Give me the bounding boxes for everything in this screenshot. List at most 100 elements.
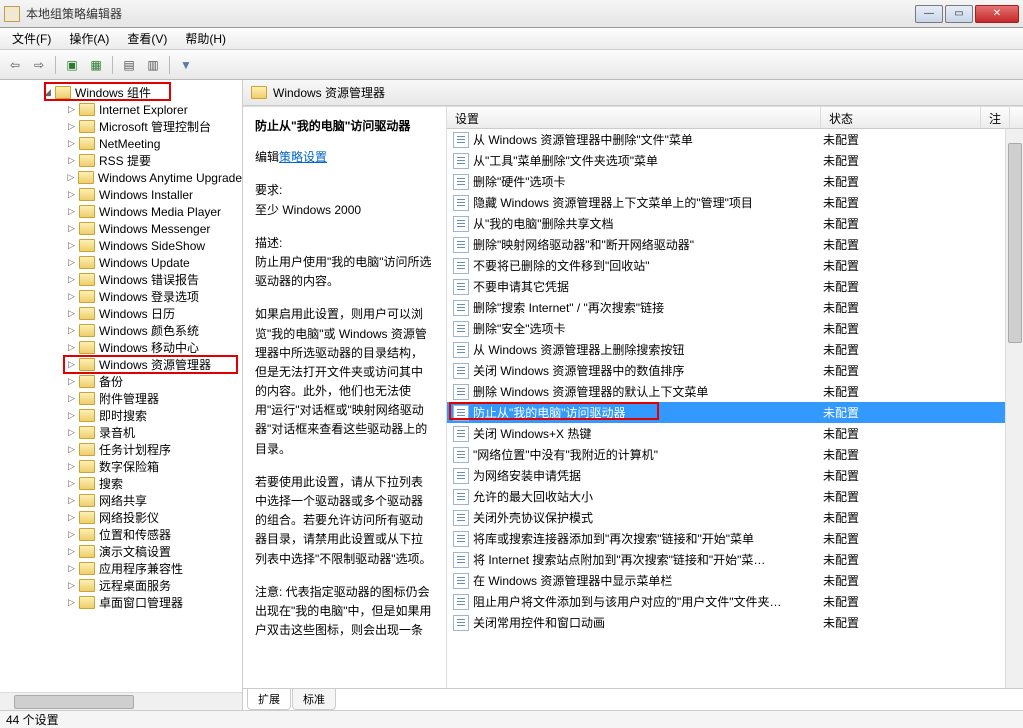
menu-file[interactable]: 文件(F) xyxy=(4,28,59,49)
list-rows[interactable]: 从 Windows 资源管理器中删除"文件"菜单未配置从"工具"菜单删除"文件夹… xyxy=(447,129,1023,633)
expand-icon[interactable]: ▷ xyxy=(66,257,77,268)
list-row[interactable]: 防止从"我的电脑"访问驱动器未配置 xyxy=(447,402,1023,423)
expand-icon[interactable]: ▷ xyxy=(66,376,77,387)
tree-item[interactable]: ▷备份 xyxy=(0,373,242,390)
collapse-icon[interactable]: ◢ xyxy=(42,87,53,98)
tree-item[interactable]: ▷Windows 颜色系统 xyxy=(0,322,242,339)
tree-item[interactable]: ▷Windows Update xyxy=(0,254,242,271)
tree-item[interactable]: ▷Internet Explorer xyxy=(0,101,242,118)
list-row[interactable]: 删除"映射网络驱动器"和"断开网络驱动器"未配置 xyxy=(447,234,1023,255)
tree-item[interactable]: ▷NetMeeting xyxy=(0,135,242,152)
expand-icon[interactable]: ▷ xyxy=(66,597,77,608)
tree-item[interactable]: ▷Microsoft 管理控制台 xyxy=(0,118,242,135)
tree-item[interactable]: ▷Windows Installer xyxy=(0,186,242,203)
expand-icon[interactable]: ▷ xyxy=(66,512,77,523)
expand-icon[interactable]: ▷ xyxy=(66,172,76,183)
back-button[interactable]: ⇦ xyxy=(4,54,26,76)
list-row[interactable]: 从 Windows 资源管理器中删除"文件"菜单未配置 xyxy=(447,129,1023,150)
up-button[interactable]: ▣ xyxy=(61,54,83,76)
list-row[interactable]: "网络位置"中没有"我附近的计算机"未配置 xyxy=(447,444,1023,465)
tree-item[interactable]: ▷Windows 资源管理器 xyxy=(0,356,242,373)
export-button[interactable]: ▤ xyxy=(118,54,140,76)
expand-icon[interactable]: ▷ xyxy=(66,223,77,234)
properties-button[interactable]: ▦ xyxy=(85,54,107,76)
list-row[interactable]: 不要将已删除的文件移到"回收站"未配置 xyxy=(447,255,1023,276)
forward-button[interactable]: ⇨ xyxy=(28,54,50,76)
tree-item[interactable]: ▷远程桌面服务 xyxy=(0,577,242,594)
list-v-scrollbar[interactable] xyxy=(1005,129,1023,688)
tree-root[interactable]: ◢ Windows 组件 xyxy=(0,84,242,101)
menu-view[interactable]: 查看(V) xyxy=(119,28,175,49)
tree-item[interactable]: ▷数字保险箱 xyxy=(0,458,242,475)
tree-item[interactable]: ▷应用程序兼容性 xyxy=(0,560,242,577)
tab-standard[interactable]: 标准 xyxy=(292,689,336,710)
tree-item[interactable]: ▷Windows 移动中心 xyxy=(0,339,242,356)
refresh-button[interactable]: ▥ xyxy=(142,54,164,76)
col-comment[interactable]: 注 xyxy=(981,107,1010,128)
tree-item[interactable]: ▷Windows 日历 xyxy=(0,305,242,322)
list-row[interactable]: 将库或搜索连接器添加到"再次搜索"链接和"开始"菜单未配置 xyxy=(447,528,1023,549)
expand-icon[interactable]: ▷ xyxy=(66,138,77,149)
expand-icon[interactable]: ▷ xyxy=(66,325,77,336)
expand-icon[interactable]: ▷ xyxy=(66,563,77,574)
expand-icon[interactable]: ▷ xyxy=(66,189,77,200)
expand-icon[interactable]: ▷ xyxy=(66,461,77,472)
expand-icon[interactable]: ▷ xyxy=(66,359,77,370)
list-row[interactable]: 将 Internet 搜索站点附加到"再次搜索"链接和"开始"菜…未配置 xyxy=(447,549,1023,570)
tree-item[interactable]: ▷Windows Anytime Upgrade xyxy=(0,169,242,186)
tree-item[interactable]: ▷任务计划程序 xyxy=(0,441,242,458)
tree-item[interactable]: ▷RSS 提要 xyxy=(0,152,242,169)
close-button[interactable]: ✕ xyxy=(975,5,1019,23)
expand-icon[interactable]: ▷ xyxy=(66,308,77,319)
expand-icon[interactable]: ▷ xyxy=(66,240,77,251)
tree-item[interactable]: ▷Windows 登录选项 xyxy=(0,288,242,305)
list-row[interactable]: 关闭 Windows 资源管理器中的数值排序未配置 xyxy=(447,360,1023,381)
col-setting[interactable]: 设置 xyxy=(447,107,821,128)
list-row[interactable]: 删除"硬件"选项卡未配置 xyxy=(447,171,1023,192)
list-row[interactable]: 删除"搜索 Internet" / "再次搜索"链接未配置 xyxy=(447,297,1023,318)
expand-icon[interactable]: ▷ xyxy=(66,410,77,421)
tree-h-scrollbar[interactable] xyxy=(0,692,242,710)
expand-icon[interactable]: ▷ xyxy=(66,444,77,455)
expand-icon[interactable]: ▷ xyxy=(66,121,77,132)
tree-item[interactable]: ▷位置和传感器 xyxy=(0,526,242,543)
expand-icon[interactable]: ▷ xyxy=(66,495,77,506)
list-row[interactable]: 删除"安全"选项卡未配置 xyxy=(447,318,1023,339)
expand-icon[interactable]: ▷ xyxy=(66,274,77,285)
list-row[interactable]: 在 Windows 资源管理器中显示菜单栏未配置 xyxy=(447,570,1023,591)
expand-icon[interactable]: ▷ xyxy=(66,393,77,404)
list-row[interactable]: 允许的最大回收站大小未配置 xyxy=(447,486,1023,507)
tree-item[interactable]: ▷录音机 xyxy=(0,424,242,441)
tree-item[interactable]: ▷附件管理器 xyxy=(0,390,242,407)
tree-item[interactable]: ▷Windows Messenger xyxy=(0,220,242,237)
expand-icon[interactable]: ▷ xyxy=(66,580,77,591)
expand-icon[interactable]: ▷ xyxy=(66,342,77,353)
list-row[interactable]: 为网络安装申请凭据未配置 xyxy=(447,465,1023,486)
expand-icon[interactable]: ▷ xyxy=(66,546,77,557)
list-row[interactable]: 从"工具"菜单删除"文件夹选项"菜单未配置 xyxy=(447,150,1023,171)
tree-item[interactable]: ▷Windows 错误报告 xyxy=(0,271,242,288)
tree-item[interactable]: ▷网络投影仪 xyxy=(0,509,242,526)
tree-item[interactable]: ▷卓面窗口管理器 xyxy=(0,594,242,611)
list-row[interactable]: 不要申请其它凭据未配置 xyxy=(447,276,1023,297)
col-state[interactable]: 状态 xyxy=(821,107,981,128)
tree-item[interactable]: ▷演示文稿设置 xyxy=(0,543,242,560)
expand-icon[interactable]: ▷ xyxy=(66,104,77,115)
list-row[interactable]: 关闭 Windows+X 热键未配置 xyxy=(447,423,1023,444)
expand-icon[interactable]: ▷ xyxy=(66,478,77,489)
list-row[interactable]: 关闭常用控件和窗口动画未配置 xyxy=(447,612,1023,633)
list-row[interactable]: 隐藏 Windows 资源管理器上下文菜单上的"管理"项目未配置 xyxy=(447,192,1023,213)
expand-icon[interactable]: ▷ xyxy=(66,206,77,217)
expand-icon[interactable]: ▷ xyxy=(66,155,77,166)
maximize-button[interactable]: ▭ xyxy=(945,5,973,23)
expand-icon[interactable]: ▷ xyxy=(66,291,77,302)
filter-button[interactable]: ▼ xyxy=(175,54,197,76)
tree-item[interactable]: ▷搜索 xyxy=(0,475,242,492)
list-row[interactable]: 从 Windows 资源管理器上删除搜索按钮未配置 xyxy=(447,339,1023,360)
list-row[interactable]: 阻止用户将文件添加到与该用户对应的"用户文件"文件夹…未配置 xyxy=(447,591,1023,612)
menu-help[interactable]: 帮助(H) xyxy=(177,28,234,49)
tree-item[interactable]: ▷网络共享 xyxy=(0,492,242,509)
tab-extended[interactable]: 扩展 xyxy=(247,689,291,710)
edit-policy-link[interactable]: 策略设置 xyxy=(279,150,327,164)
expand-icon[interactable]: ▷ xyxy=(66,427,77,438)
